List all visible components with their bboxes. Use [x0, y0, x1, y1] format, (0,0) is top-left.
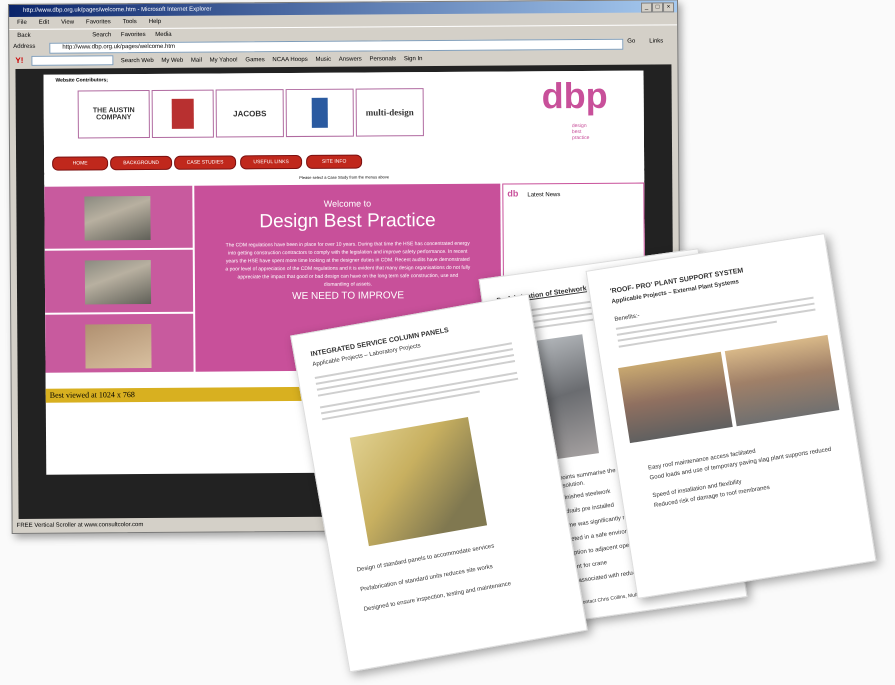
dbp-logo: dbp: [541, 74, 608, 117]
case-study-sheet-roof-pro: 'ROOF- PRO' PLANT SUPPORT SYSTEM Applica…: [585, 233, 877, 599]
red-logo-icon: [171, 98, 194, 129]
dbp-tagline: design best practice: [572, 123, 590, 141]
menu-help[interactable]: Help: [149, 19, 161, 25]
contributors-label: Website Contributors;: [55, 77, 108, 84]
welcome-paragraph: The CDM regulations have been in place f…: [225, 240, 471, 288]
roof-pro-photo-2: [724, 334, 840, 427]
menu-edit[interactable]: Edit: [39, 20, 49, 26]
yahoo-search-input[interactable]: [31, 55, 114, 67]
welcome-to: Welcome to: [323, 198, 372, 209]
nav-site-info-button[interactable]: SITE INFO: [306, 154, 363, 169]
go-button[interactable]: Go: [627, 39, 635, 45]
sponsor-strip: Website Contributors; THE AUSTIN COMPANY…: [43, 70, 645, 173]
dbp-word-practice: practice: [571, 134, 590, 142]
yahoo-search-web[interactable]: Search Web: [121, 58, 154, 64]
improve-heading: WE NEED TO IMPROVE: [292, 290, 405, 303]
case-thumb-2[interactable]: [44, 249, 194, 313]
menu-view[interactable]: View: [61, 20, 74, 26]
service-columns-bullet: Prefabrication of standard units reduces…: [359, 563, 494, 594]
sponsor-multi-design[interactable]: multi-design: [355, 88, 424, 137]
yahoo-sign-in[interactable]: Sign In: [404, 56, 423, 62]
favorites-button[interactable]: Favorites: [121, 32, 146, 38]
sponsor-red-logo[interactable]: [151, 89, 214, 138]
sponsor-blue-logo[interactable]: [285, 88, 354, 138]
nav-useful-links-button[interactable]: USEFUL LINKS: [240, 154, 303, 170]
maximize-button[interactable]: □: [652, 2, 664, 13]
news-dbp-icon: db: [507, 188, 519, 199]
menu-file[interactable]: File: [17, 20, 27, 26]
blue-logo-icon: [311, 97, 328, 128]
sponsor-austin[interactable]: THE AUSTIN COMPANY: [77, 90, 150, 139]
service-columns-photo: [349, 416, 488, 547]
yahoo-mail[interactable]: Mail: [191, 58, 202, 64]
text-line: [321, 390, 480, 421]
links-button[interactable]: Links: [649, 38, 663, 44]
roof-pro-photo-1: [618, 351, 733, 444]
minimize-button[interactable]: _: [641, 2, 653, 13]
service-columns-bullet: Designed to ensure inspection, testing a…: [363, 581, 512, 613]
yahoo-my-web[interactable]: My Web: [161, 58, 183, 64]
yahoo-music[interactable]: Music: [315, 57, 331, 63]
case-thumb-3[interactable]: [45, 313, 194, 373]
case-photo: [84, 196, 151, 241]
case-thumb-1[interactable]: [44, 185, 193, 249]
yahoo-answers[interactable]: Answers: [339, 57, 362, 63]
page-title: Design Best Practice: [259, 210, 436, 233]
sponsor-jacobs[interactable]: JACOBS: [215, 89, 284, 138]
address-label: Address: [13, 43, 36, 50]
status-text: FREE Vertical Scroller at www.consultcol…: [16, 522, 144, 529]
yahoo-my-yahoo[interactable]: My Yahoo!: [210, 57, 238, 63]
case-photo: [85, 324, 152, 369]
latest-news-label: Latest News: [527, 192, 561, 199]
yahoo-games[interactable]: Games: [245, 57, 264, 63]
menu-favorites[interactable]: Favorites: [86, 19, 111, 25]
nav-home-button[interactable]: HOME: [52, 156, 109, 171]
roof-pro-benefits-label: Benefits:-: [614, 313, 641, 323]
close-button[interactable]: ×: [663, 2, 675, 13]
menu-tools[interactable]: Tools: [123, 19, 137, 25]
best-viewed-text: Best viewed at 1024 x 768: [49, 390, 135, 400]
nav-background-button[interactable]: BACKGROUND: [110, 155, 173, 171]
case-photo: [84, 260, 152, 305]
back-button[interactable]: Back: [17, 33, 30, 39]
media-button[interactable]: Media: [155, 32, 171, 38]
nav-case-studies-button[interactable]: CASE STUDIES: [174, 155, 237, 170]
window-title: http://www.dbp.org.uk/pages/welcome.htm …: [23, 6, 212, 14]
search-button[interactable]: Search: [92, 32, 111, 38]
yahoo-ncaa[interactable]: NCAA Hoops: [272, 57, 307, 63]
yahoo-logo-icon: Y!: [15, 55, 24, 65]
yahoo-personals[interactable]: Personals: [369, 56, 396, 62]
